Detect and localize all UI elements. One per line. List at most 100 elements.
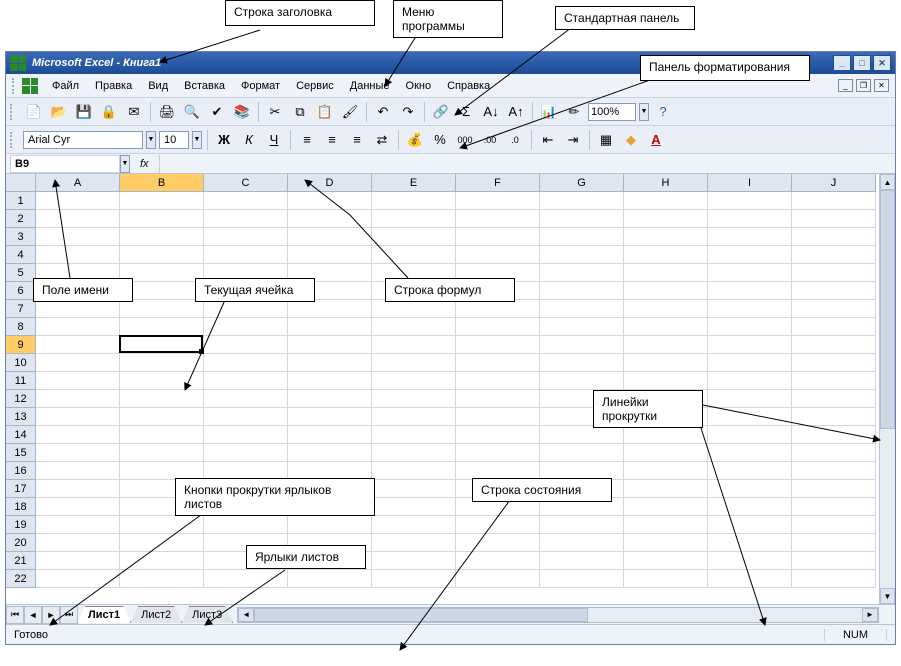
scroll-up-icon[interactable]: ▲ [880, 174, 895, 190]
cell[interactable] [708, 498, 792, 516]
cell[interactable] [204, 336, 288, 354]
cell[interactable] [372, 462, 456, 480]
italic-button[interactable]: К [238, 129, 260, 151]
cell[interactable] [624, 462, 708, 480]
cell[interactable] [708, 462, 792, 480]
row-header[interactable]: 9 [6, 336, 36, 354]
cell[interactable] [792, 390, 876, 408]
cell[interactable] [456, 210, 540, 228]
format-painter-icon[interactable]: 🖌 [339, 101, 361, 123]
permissions-icon[interactable]: 🔒 [98, 101, 120, 123]
doc-close-button[interactable]: ✕ [874, 79, 889, 92]
sort-asc-icon[interactable]: A↓ [480, 101, 502, 123]
cell[interactable] [792, 264, 876, 282]
cell[interactable] [708, 264, 792, 282]
cell[interactable] [36, 534, 120, 552]
cell[interactable] [36, 426, 120, 444]
cell[interactable] [456, 390, 540, 408]
cell[interactable] [792, 336, 876, 354]
cell[interactable] [372, 444, 456, 462]
cell[interactable] [624, 552, 708, 570]
cell[interactable] [792, 498, 876, 516]
cell[interactable] [204, 318, 288, 336]
cell[interactable] [120, 336, 204, 354]
cell[interactable] [288, 228, 372, 246]
sheet-tab[interactable]: Лист1 [77, 606, 131, 623]
cell[interactable] [540, 426, 624, 444]
cell[interactable] [624, 444, 708, 462]
cell[interactable] [456, 570, 540, 588]
preview-icon[interactable]: 🔍 [181, 101, 203, 123]
cell[interactable] [792, 282, 876, 300]
cell[interactable] [288, 426, 372, 444]
cell[interactable] [372, 192, 456, 210]
cell[interactable] [36, 570, 120, 588]
toolbar-grip[interactable] [10, 104, 14, 120]
underline-button[interactable]: Ч [263, 129, 285, 151]
cell[interactable] [456, 336, 540, 354]
decrease-indent-icon[interactable]: ⇤ [537, 129, 559, 151]
menu-view[interactable]: Вид [140, 77, 176, 95]
fill-color-icon[interactable]: ◆ [620, 129, 642, 151]
row-header[interactable]: 5 [6, 264, 36, 282]
cell[interactable] [120, 318, 204, 336]
cell[interactable] [540, 318, 624, 336]
row-header[interactable]: 3 [6, 228, 36, 246]
cell[interactable] [708, 552, 792, 570]
cell[interactable] [204, 246, 288, 264]
cell[interactable] [792, 354, 876, 372]
column-header[interactable]: E [372, 174, 456, 192]
cell[interactable] [624, 336, 708, 354]
name-box[interactable]: B9 [10, 155, 120, 173]
cell[interactable] [792, 228, 876, 246]
cell[interactable] [120, 570, 204, 588]
cell[interactable] [456, 318, 540, 336]
column-header[interactable]: A [36, 174, 120, 192]
cell[interactable] [708, 192, 792, 210]
cell[interactable] [372, 210, 456, 228]
cell[interactable] [540, 534, 624, 552]
save-icon[interactable]: 💾 [73, 101, 95, 123]
row-header[interactable]: 12 [6, 390, 36, 408]
cell[interactable] [708, 390, 792, 408]
menu-insert[interactable]: Вставка [176, 77, 233, 95]
sort-desc-icon[interactable]: A↑ [505, 101, 527, 123]
cell[interactable] [36, 390, 120, 408]
cell[interactable] [36, 462, 120, 480]
cell[interactable] [204, 570, 288, 588]
cell[interactable] [372, 354, 456, 372]
cell[interactable] [120, 390, 204, 408]
minimize-button[interactable]: _ [833, 55, 851, 71]
cell[interactable] [708, 426, 792, 444]
cell[interactable] [288, 372, 372, 390]
column-header[interactable]: B [120, 174, 204, 192]
cell[interactable] [36, 372, 120, 390]
scroll-thumb[interactable] [254, 608, 588, 622]
scroll-down-icon[interactable]: ▼ [880, 588, 895, 604]
cell[interactable] [708, 318, 792, 336]
zoom-box[interactable]: 100% [588, 103, 636, 121]
cell[interactable] [540, 336, 624, 354]
row-header[interactable]: 11 [6, 372, 36, 390]
close-button[interactable]: ✕ [873, 55, 891, 71]
cell[interactable] [120, 192, 204, 210]
cell[interactable] [624, 192, 708, 210]
cell[interactable] [288, 336, 372, 354]
font-dropdown[interactable]: ▼ [146, 131, 156, 149]
cell[interactable] [624, 318, 708, 336]
cell[interactable] [372, 408, 456, 426]
cell[interactable] [204, 516, 288, 534]
drawing-icon[interactable]: ✏ [563, 101, 585, 123]
zoom-dropdown[interactable]: ▼ [639, 103, 649, 121]
cell[interactable] [120, 372, 204, 390]
cell[interactable] [372, 480, 456, 498]
cell[interactable] [792, 462, 876, 480]
cell[interactable] [204, 210, 288, 228]
menu-data[interactable]: Данные [342, 77, 398, 95]
row-header[interactable]: 2 [6, 210, 36, 228]
cell[interactable] [708, 372, 792, 390]
maximize-button[interactable]: □ [853, 55, 871, 71]
cell[interactable] [708, 246, 792, 264]
cell[interactable] [792, 192, 876, 210]
cell[interactable] [204, 444, 288, 462]
